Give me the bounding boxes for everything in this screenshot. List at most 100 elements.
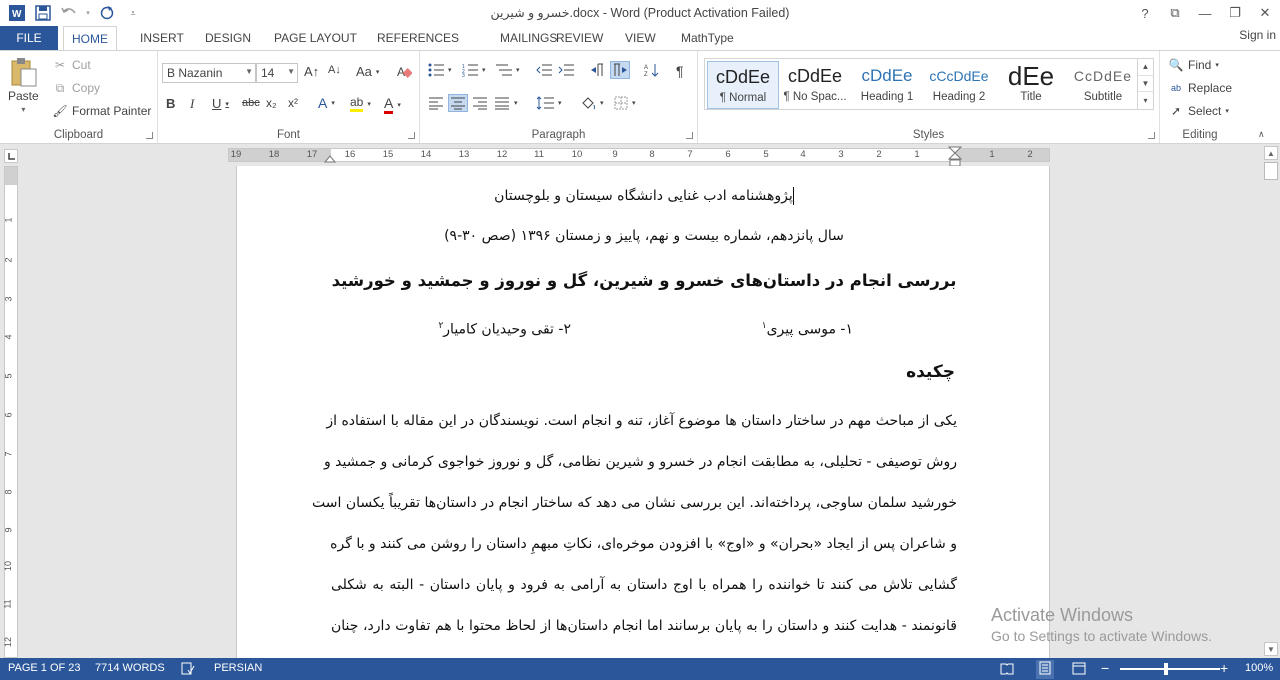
styles-scroll-up-icon[interactable]: ▲	[1138, 59, 1153, 76]
styles-more-icon[interactable]: ▾	[1138, 92, 1153, 109]
paragraph-group: ▾ 1 2 3 ▾ ▾ AZ ¶ ▾ ▾ ▾ ▾ Paragraph	[420, 51, 698, 143]
styles-dialog-launcher[interactable]	[1148, 132, 1155, 139]
align-right-button[interactable]	[472, 96, 488, 110]
customize-qat-icon[interactable]: ⩡	[122, 3, 144, 23]
tab-insert[interactable]: INSERT	[132, 26, 192, 50]
vertical-scrollbar[interactable]: ▲ ▼	[1262, 144, 1280, 658]
read-mode-icon	[1000, 663, 1014, 675]
borders-button[interactable]: ▾	[614, 96, 636, 110]
collapse-ribbon-button[interactable]: ∧	[1258, 129, 1265, 140]
left-indent-marker-icon[interactable]	[324, 152, 336, 164]
zoom-out-button[interactable]: −	[1101, 660, 1109, 676]
tab-page-layout[interactable]: PAGE LAYOUT	[266, 26, 365, 50]
italic-button[interactable]: I	[190, 96, 194, 112]
show-formatting-button[interactable]: ¶	[676, 63, 684, 79]
superscript-button[interactable]: x²	[288, 96, 298, 110]
change-case-button[interactable]: Aa ▾	[356, 64, 379, 79]
repeat-icon[interactable]	[96, 3, 118, 23]
subscript-button[interactable]: x₂	[266, 96, 277, 110]
align-left-button[interactable]	[428, 96, 444, 110]
font-size-box[interactable]: 14 ▼	[256, 63, 298, 83]
select-button[interactable]: ➚ Select ▾	[1168, 103, 1229, 119]
rtl-direction-button[interactable]	[610, 61, 630, 79]
format-painter-button[interactable]: 🖌 Format Painter	[52, 103, 151, 119]
journal-name: پژوهشنامه ادب غنایی دانشگاه سیستان و بلو…	[237, 187, 1051, 205]
tab-home[interactable]: HOME	[63, 26, 117, 51]
replace-button[interactable]: ab Replace	[1168, 80, 1232, 96]
bold-button[interactable]: B	[166, 96, 175, 111]
clear-formatting-button[interactable]: A	[396, 63, 412, 79]
document-page[interactable]: پژوهشنامه ادب غنایی دانشگاه سیستان و بلو…	[236, 166, 1050, 658]
style-heading-1[interactable]: cDdEe Heading 1	[851, 61, 923, 109]
help-button[interactable]: ?	[1130, 0, 1160, 26]
tab-references[interactable]: REFERENCES	[369, 26, 467, 50]
print-layout-button[interactable]	[1036, 660, 1054, 679]
numbering-button[interactable]: 1 2 3 ▾	[462, 63, 486, 77]
style-normal[interactable]: cDdEe ¶ Normal	[707, 61, 779, 109]
highlight-button[interactable]: ab ▾	[350, 95, 371, 112]
font-dialog-launcher[interactable]	[408, 132, 415, 139]
proofing-button[interactable]	[181, 662, 195, 678]
read-mode-button[interactable]	[1000, 662, 1014, 678]
sign-in-link[interactable]: Sign in	[1239, 28, 1276, 42]
zoom-slider-thumb[interactable]	[1164, 663, 1168, 675]
paste-button[interactable]: Paste ▾	[8, 57, 39, 114]
clipboard-dialog-launcher[interactable]	[146, 132, 153, 139]
style-heading-2[interactable]: cCcDdEe Heading 2	[923, 61, 995, 109]
style-subtitle[interactable]: CcDdEe Subtitle	[1067, 61, 1139, 109]
style-title[interactable]: dEe Title	[995, 61, 1067, 109]
ltr-direction-button[interactable]	[590, 63, 606, 77]
scroll-down-button[interactable]: ▼	[1264, 642, 1278, 656]
tab-file[interactable]: FILE	[0, 26, 58, 50]
grow-font-button[interactable]: A↑	[304, 64, 319, 79]
word-app-icon[interactable]: W	[6, 3, 28, 23]
scroll-up-button[interactable]: ▲	[1264, 146, 1278, 160]
tab-design[interactable]: DESIGN	[197, 26, 259, 50]
styles-scroll-down-icon[interactable]: ▼	[1138, 76, 1153, 93]
font-name-box[interactable]: B Nazanin ▼	[162, 63, 256, 83]
shading-button[interactable]: ▾	[580, 96, 604, 110]
undo-icon[interactable]	[58, 3, 80, 23]
vertical-ruler[interactable]: 1 2 3 4 5 6 7 8 9 10 11 12	[3, 166, 18, 658]
first-line-indent-marker-icon[interactable]	[948, 146, 962, 168]
justify-button[interactable]: ▾	[494, 96, 518, 110]
language-indicator[interactable]: PERSIAN	[214, 662, 262, 674]
word-count[interactable]: 7714 WORDS	[95, 662, 165, 674]
tab-selector[interactable]	[4, 149, 18, 163]
shrink-font-button[interactable]: A↓	[328, 64, 341, 76]
web-layout-button[interactable]	[1072, 662, 1086, 678]
ribbon-display-options-button[interactable]: ⧉	[1160, 0, 1190, 26]
strikethrough-button[interactable]: abc	[242, 97, 260, 109]
zoom-slider-track[interactable]	[1120, 668, 1220, 670]
text-effects-button[interactable]: A ▾	[318, 95, 335, 111]
close-button[interactable]: ✕	[1250, 0, 1280, 26]
undo-dropdown-icon[interactable]: ▾	[84, 3, 92, 23]
increase-indent-button[interactable]	[558, 63, 574, 77]
page-count[interactable]: PAGE 1 OF 23	[8, 662, 81, 674]
decrease-indent-button[interactable]	[536, 63, 552, 77]
line-spacing-button[interactable]: ▾	[536, 96, 562, 110]
underline-button[interactable]: U ▾	[212, 96, 229, 111]
font-color-button[interactable]: A ▾	[384, 95, 401, 114]
paragraph-dialog-launcher[interactable]	[686, 132, 693, 139]
minimize-button[interactable]: —	[1190, 0, 1220, 26]
tab-mathtype[interactable]: MathType	[673, 26, 742, 50]
align-center-button[interactable]	[448, 94, 468, 112]
copy-button[interactable]: ⧉ Copy	[52, 80, 100, 96]
restore-button[interactable]: ❐	[1220, 0, 1250, 26]
scrollbar-thumb[interactable]	[1264, 162, 1278, 180]
paste-label: Paste	[8, 89, 39, 103]
find-button[interactable]: 🔍 Find ▾	[1168, 57, 1219, 73]
style-no-spacing[interactable]: cDdEe ¶ No Spac...	[779, 61, 851, 109]
print-layout-icon	[1039, 661, 1051, 675]
tab-view[interactable]: VIEW	[617, 26, 664, 50]
multilevel-list-button[interactable]: ▾	[496, 63, 520, 77]
save-icon[interactable]	[32, 3, 54, 23]
bullets-button[interactable]: ▾	[428, 63, 452, 77]
zoom-in-button[interactable]: +	[1220, 660, 1228, 676]
zoom-level[interactable]: 100%	[1245, 662, 1273, 674]
horizontal-ruler[interactable]: 19 18 17 16 15 14 13 12 11 10 9 8 7 6 5 …	[228, 148, 1050, 162]
tab-review[interactable]: REVIEW	[548, 26, 611, 50]
sort-button[interactable]: AZ	[644, 63, 660, 77]
cut-button[interactable]: ✂ Cut	[52, 57, 91, 73]
